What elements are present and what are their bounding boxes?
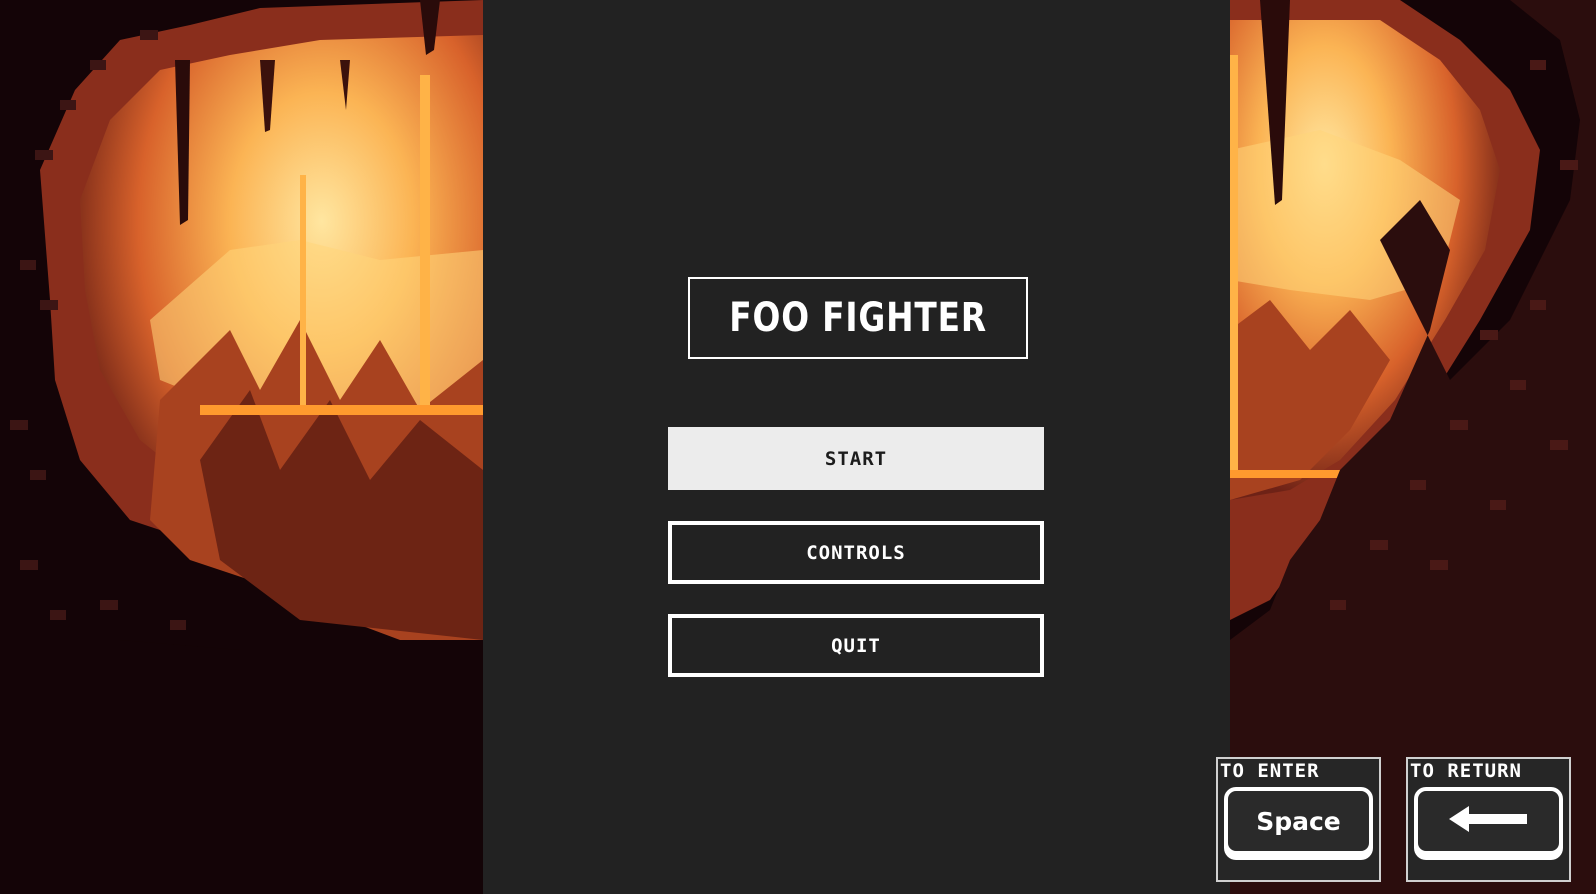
- space-key: Space: [1224, 787, 1373, 855]
- quit-button[interactable]: QUIT: [668, 614, 1044, 677]
- enter-key-hint: TO ENTER Space: [1216, 757, 1381, 882]
- main-menu-screen: FOO FIGHTER START CONTROLS QUIT TO ENTER…: [0, 0, 1596, 894]
- game-title-box: FOO FIGHTER: [688, 277, 1028, 359]
- space-key-label: Space: [1256, 806, 1341, 836]
- cave-background-left: [0, 0, 483, 894]
- backspace-key: [1414, 787, 1563, 855]
- enter-hint-caption: TO ENTER: [1220, 760, 1320, 782]
- game-title: FOO FIGHTER: [729, 295, 987, 341]
- start-button[interactable]: START: [668, 427, 1044, 490]
- left-arrow-icon: [1448, 804, 1529, 838]
- return-hint-caption: TO RETURN: [1410, 760, 1522, 782]
- return-key-hint: TO RETURN: [1406, 757, 1571, 882]
- controls-button[interactable]: CONTROLS: [668, 521, 1044, 584]
